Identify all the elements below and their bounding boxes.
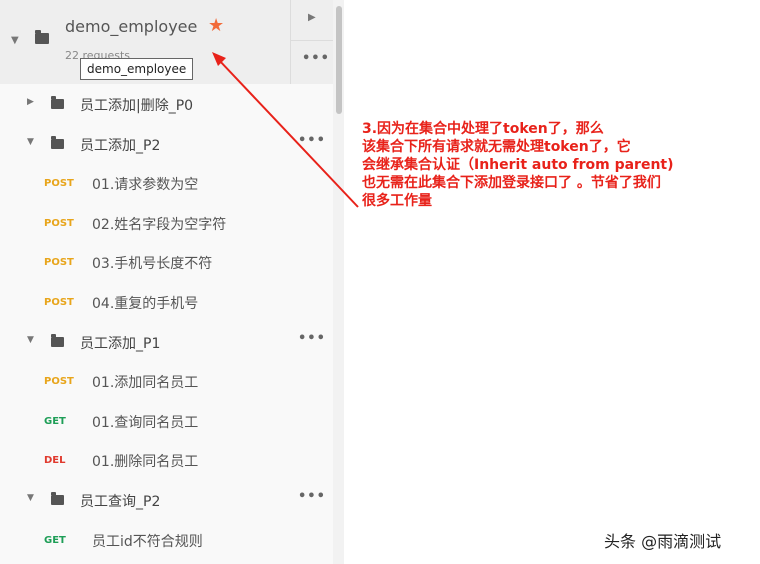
annotation-line: 很多工作量: [362, 193, 432, 209]
annotation-line: 也无需在此集合下添加登录接口了 。节省了我们: [362, 175, 661, 191]
annotation-line: 会继承集合认证（Inherit auto from parent): [362, 157, 674, 173]
annotation-line: 该集合下所有请求就无需处理token了，它: [362, 139, 631, 155]
annotation-line: 3.因为在集合中处理了token了，那么: [362, 121, 604, 137]
annotation-text: 3.因为在集合中处理了token了，那么 该集合下所有请求就无需处理token了…: [362, 120, 757, 210]
annotation-arrow: [212, 52, 359, 208]
watermark: 头条 @雨滴测试: [604, 532, 722, 551]
